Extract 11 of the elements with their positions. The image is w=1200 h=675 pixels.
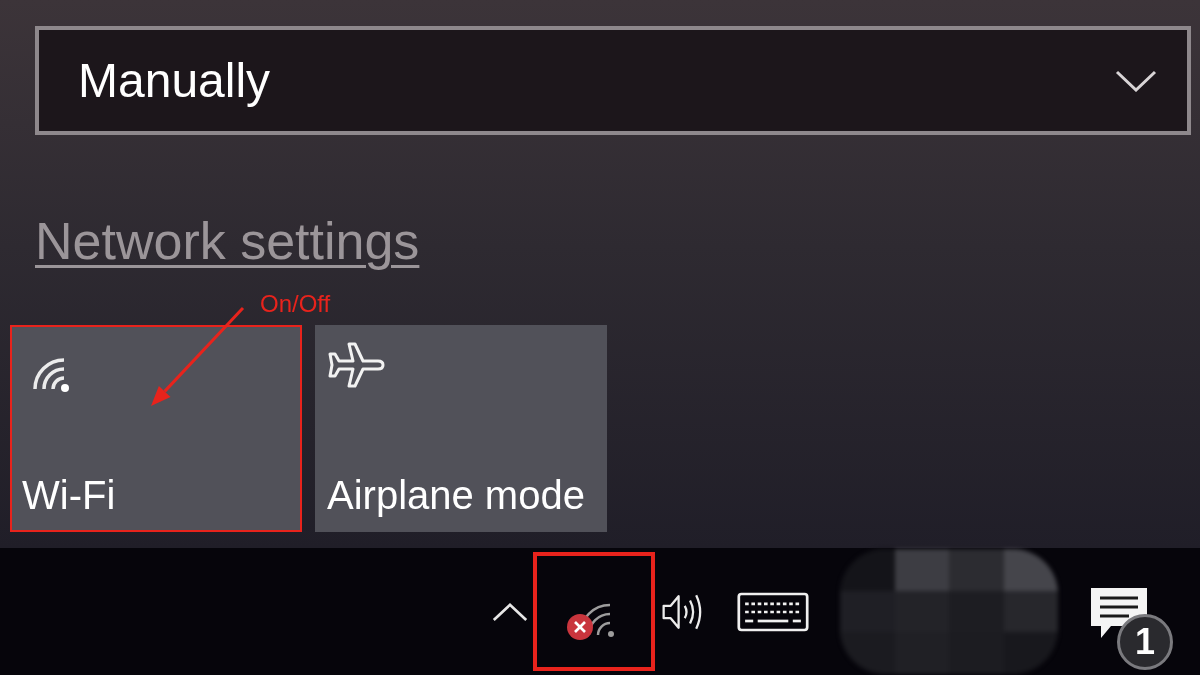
notification-count-badge: 1 xyxy=(1117,614,1173,670)
chevron-down-icon xyxy=(1115,69,1157,92)
airplane-icon xyxy=(327,340,385,390)
annotation-label: On/Off xyxy=(260,292,331,316)
action-center-button[interactable]: 1 xyxy=(1087,586,1179,672)
dropdown[interactable]: Manually xyxy=(35,26,1191,135)
wifi-tile[interactable]: Wi-Fi xyxy=(10,325,302,532)
network-tray-button[interactable] xyxy=(533,552,655,671)
chevron-up-icon xyxy=(492,600,528,623)
airplane-mode-tile[interactable]: Airplane mode xyxy=(315,325,607,532)
network-settings-link[interactable]: Network settings xyxy=(35,211,420,271)
